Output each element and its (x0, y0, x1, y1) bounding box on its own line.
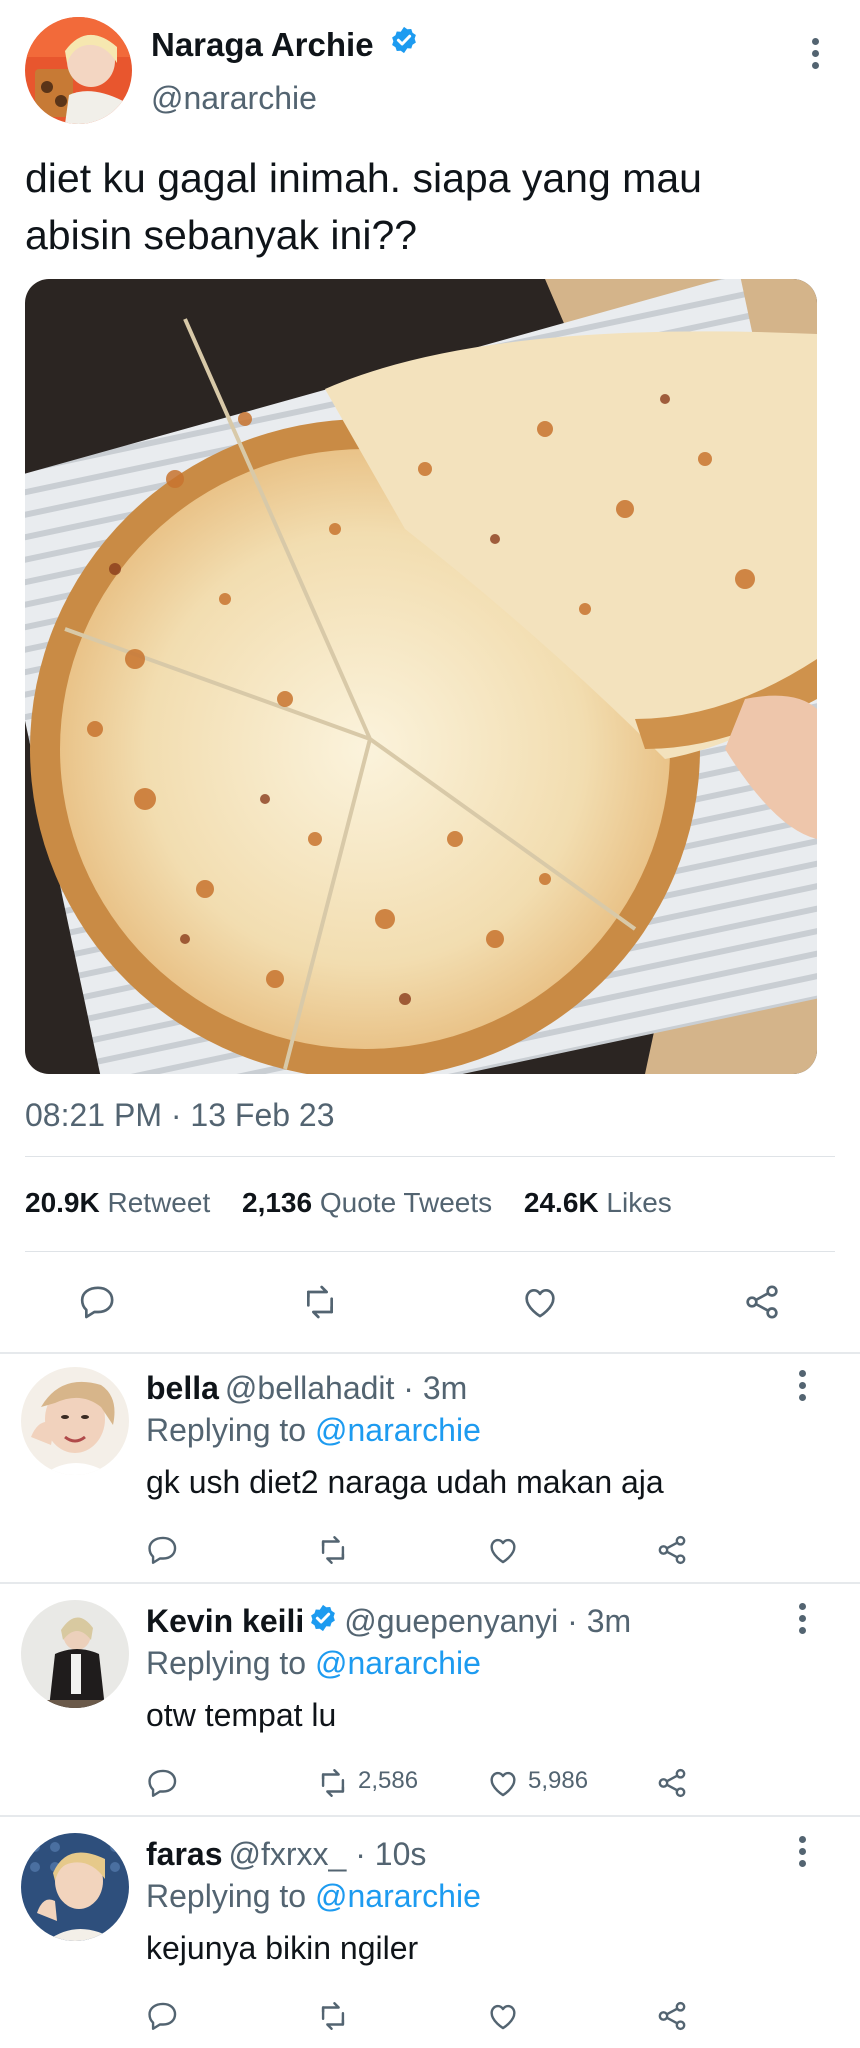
divider (25, 1156, 835, 1157)
more-options-icon[interactable] (806, 38, 826, 70)
reply-header: Kevin keili @guepenyanyi · 3m (146, 1603, 631, 1643)
verified-badge-icon (308, 1603, 338, 1641)
reply-action-bar (0, 1528, 860, 1572)
tweet-timestamp[interactable]: 08:21 PM · 13 Feb 23 (25, 1097, 335, 1134)
more-options-icon[interactable] (793, 1603, 813, 1635)
separator: · (394, 1370, 423, 1406)
like-count: 5,986 (528, 1767, 589, 1794)
quotes-label: Quote Tweets (319, 1187, 493, 1218)
tweet-text: diet ku gagal inimah. siapa yang mau abi… (25, 150, 825, 264)
thread-divider (0, 1582, 860, 1584)
separator: · (346, 1836, 375, 1872)
retweet-icon[interactable] (316, 1533, 350, 1567)
more-options-icon[interactable] (793, 1370, 813, 1402)
mention-link[interactable]: @nararchie (315, 1645, 481, 1681)
retweet-count: 2,586 (358, 1767, 419, 1794)
replying-to-label: Replying to (146, 1412, 307, 1448)
reply-time[interactable]: 10s (375, 1836, 427, 1872)
reply-icon[interactable] (78, 1282, 118, 1322)
share-icon[interactable] (655, 1999, 689, 2033)
reply-author-handle[interactable]: @fxrxx_ (229, 1836, 347, 1872)
replying-to: Replying to @nararchie (146, 1645, 481, 1682)
tweet-photo[interactable] (25, 279, 817, 1074)
reply-time[interactable]: 3m (423, 1370, 467, 1406)
like-icon[interactable] (520, 1282, 560, 1322)
reply-author-name[interactable]: Kevin keili (146, 1603, 304, 1639)
reply-icon[interactable] (146, 1999, 180, 2033)
replying-to-label: Replying to (146, 1878, 307, 1914)
reply-avatar[interactable] (21, 1367, 129, 1475)
reply-text: kejunya bikin ngiler (146, 1930, 419, 1966)
reply-header: faras @fxrxx_ · 10s (146, 1836, 426, 1873)
mention-link[interactable]: @nararchie (315, 1412, 481, 1448)
reply-author-name[interactable]: faras (146, 1836, 223, 1872)
likes-stat[interactable]: 24.6K Likes (524, 1187, 672, 1218)
like-icon[interactable] (486, 1766, 520, 1800)
retweets-count: 20.9K (25, 1187, 100, 1218)
more-options-icon[interactable] (793, 1836, 813, 1868)
retweet-icon[interactable] (316, 1766, 350, 1800)
tweet-text-line: abisin sebanyak ini?? (25, 212, 418, 258)
reply-author-handle[interactable]: @guepenyanyi (344, 1603, 558, 1639)
reply-text: otw tempat lu (146, 1697, 337, 1733)
retweet-icon[interactable] (316, 1999, 350, 2033)
author-name[interactable]: Naraga Archie (151, 26, 419, 66)
reply-avatar[interactable] (21, 1600, 129, 1708)
tweet-text-line: diet ku gagal inimah. siapa yang mau (25, 155, 702, 201)
reply-text: gk ush diet2 naraga udah makan aja (146, 1464, 664, 1500)
reply-author-name[interactable]: bella (146, 1370, 219, 1406)
likes-label: Likes (606, 1187, 672, 1218)
author-name-text[interactable]: Naraga Archie (151, 26, 374, 63)
mention-link[interactable]: @nararchie (315, 1878, 481, 1914)
likes-count: 24.6K (523, 1187, 599, 1218)
like-icon[interactable] (486, 1999, 520, 2033)
tweet-action-bar (0, 1270, 860, 1334)
retweet-icon[interactable] (300, 1282, 340, 1322)
reply-time[interactable]: 3m (587, 1603, 631, 1639)
quotes-count: 2,136 (242, 1187, 313, 1218)
reply-avatar[interactable] (21, 1833, 129, 1941)
retweets-stat[interactable]: 20.9K Retweet (25, 1187, 210, 1218)
quotes-stat[interactable]: 2,136 Quote Tweets (242, 1187, 492, 1218)
author-avatar[interactable] (25, 17, 132, 124)
thread-divider (0, 1815, 860, 1817)
tweet-stats: 20.9K Retweet 2,136 Quote Tweets 24.6K L… (25, 1187, 696, 1219)
reply-header: bella @bellahadit · 3m (146, 1370, 467, 1407)
replying-to: Replying to @nararchie (146, 1878, 481, 1915)
reply-icon[interactable] (146, 1533, 180, 1567)
like-icon[interactable] (486, 1533, 520, 1567)
reply-author-handle[interactable]: @bellahadit (225, 1370, 394, 1406)
share-icon[interactable] (655, 1533, 689, 1567)
divider (25, 1251, 835, 1252)
share-icon[interactable] (742, 1282, 782, 1322)
reply-tweet[interactable]: faras @fxrxx_ · 10s Replying to @nararchi… (0, 1820, 860, 2048)
reply-action-bar: 2,586 5,986 (0, 1761, 860, 1805)
separator: · (558, 1603, 587, 1639)
reply-icon[interactable] (146, 1766, 180, 1800)
retweets-label: Retweet (107, 1187, 211, 1218)
verified-badge-icon (389, 25, 419, 63)
replying-to: Replying to @nararchie (146, 1412, 481, 1449)
author-handle[interactable]: @nararchie (151, 80, 317, 117)
reply-action-bar (0, 1994, 860, 2038)
replying-to-label: Replying to (146, 1645, 307, 1681)
reply-tweet[interactable]: bella @bellahadit · 3m Replying to @narar… (0, 1354, 860, 1587)
share-icon[interactable] (655, 1766, 689, 1800)
reply-tweet[interactable]: Kevin keili @guepenyanyi · 3m Replying to… (0, 1587, 860, 1820)
